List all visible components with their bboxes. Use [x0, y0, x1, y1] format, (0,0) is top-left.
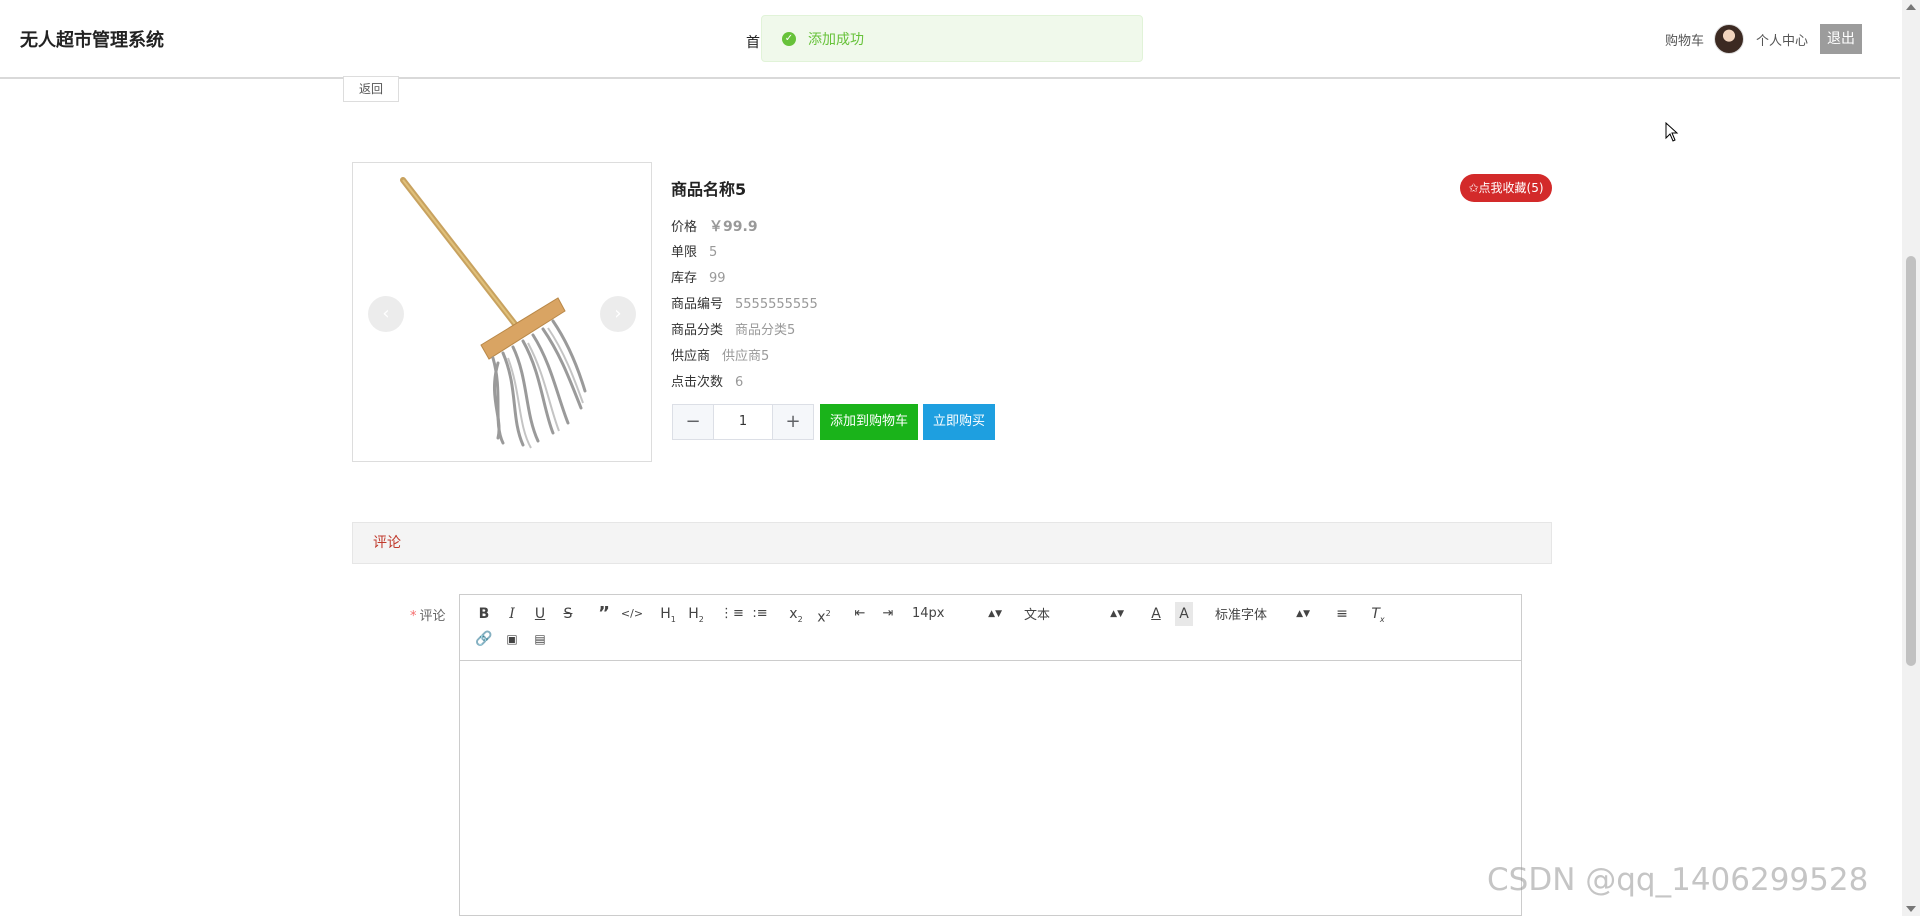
- avatar[interactable]: [1713, 24, 1744, 54]
- indent-icon[interactable]: ⇥: [874, 602, 902, 626]
- select-caret-icon: ▲▼: [988, 608, 1002, 619]
- field-value: 5: [709, 245, 718, 260]
- video-icon[interactable]: ▤: [526, 627, 554, 651]
- font-family-select[interactable]: 标准字体 ▲▼: [1215, 602, 1310, 626]
- check-circle-icon: ✓: [782, 31, 796, 46]
- scroll-thumb[interactable]: [1906, 256, 1916, 666]
- heading1-icon[interactable]: H1: [654, 602, 682, 626]
- bullet-list-icon[interactable]: :≡: [746, 602, 774, 626]
- buy-now-button[interactable]: 立即购买: [923, 404, 996, 440]
- field-product-code: 商品编号 5555555555: [671, 292, 818, 318]
- csdn-watermark: CSDN @qq_1406299528: [1487, 862, 1869, 898]
- field-label: 价格: [671, 220, 698, 235]
- product-info: 商品名称5 价格 ￥99.9 单限 5 库存 99 商品编号 5555555555 商品…: [671, 176, 818, 396]
- back-button[interactable]: 返回: [343, 76, 399, 102]
- field-value: 6: [735, 375, 744, 390]
- field-stock: 库存 99: [671, 266, 818, 292]
- decrease-button[interactable]: −: [673, 405, 713, 439]
- field-value: ￥99.9: [709, 219, 758, 235]
- strikethrough-icon[interactable]: S: [554, 602, 582, 626]
- superscript-icon[interactable]: x2: [810, 602, 838, 626]
- field-label: 商品分类: [671, 323, 724, 338]
- field-label: 单限: [671, 245, 698, 260]
- quantity-input[interactable]: 1: [713, 405, 773, 439]
- blockquote-icon[interactable]: ”: [590, 602, 618, 626]
- font-size-select[interactable]: 14px ▲▼: [912, 602, 1002, 626]
- font-color-icon[interactable]: A: [1142, 602, 1170, 626]
- link-icon[interactable]: 🔗: [470, 627, 498, 651]
- font-family-value: 标准字体: [1215, 608, 1268, 623]
- comment-form-label: * 评论: [410, 605, 446, 624]
- image-icon[interactable]: ▣: [498, 627, 526, 651]
- success-toast: ✓ 添加成功: [761, 15, 1143, 62]
- product-image-carousel[interactable]: ‹ ›: [352, 162, 652, 462]
- clear-format-icon[interactable]: Tx: [1364, 602, 1392, 626]
- field-label: 点击次数: [671, 375, 724, 390]
- field-label: 商品编号: [671, 297, 724, 312]
- quantity-stepper: − 1 +: [672, 404, 814, 440]
- site-title: 无人超市管理系统: [20, 30, 164, 51]
- ordered-list-icon[interactable]: ⋮≡: [718, 602, 746, 626]
- field-category: 商品分类 商品分类5: [671, 318, 818, 344]
- tab-comments[interactable]: 评论: [352, 522, 1552, 564]
- bold-icon[interactable]: B: [470, 602, 498, 626]
- select-caret-icon: ▲▼: [1110, 608, 1124, 619]
- rich-text-editor: B I U S ” </> H1 H2 ⋮≡ :≡ x2 x2 ⇤ ⇥ 14px…: [459, 594, 1522, 916]
- comment-label-text: 评论: [419, 609, 446, 624]
- field-supplier: 供应商 供应商5: [671, 344, 818, 370]
- field-value: 供应商5: [722, 349, 770, 364]
- field-label: 供应商: [671, 349, 711, 364]
- add-to-cart-button[interactable]: 添加到购物车: [820, 404, 919, 440]
- cart-link[interactable]: 购物车: [1665, 30, 1704, 49]
- editor-content-area[interactable]: [460, 661, 1521, 915]
- subscript-icon[interactable]: x2: [782, 602, 810, 626]
- scroll-down-arrow-icon[interactable]: [1906, 906, 1916, 912]
- scroll-up-arrow-icon[interactable]: [1906, 4, 1916, 10]
- logout-button[interactable]: 退出: [1820, 24, 1862, 54]
- italic-icon[interactable]: I: [498, 602, 526, 626]
- required-mark: *: [410, 609, 417, 624]
- product-name: 商品名称5: [671, 180, 747, 199]
- mouse-cursor-icon: [1665, 122, 1679, 142]
- underline-icon[interactable]: U: [526, 602, 554, 626]
- align-icon[interactable]: ≡: [1328, 602, 1356, 626]
- outdent-icon[interactable]: ⇤: [846, 602, 874, 626]
- field-value: 商品分类5: [735, 323, 796, 338]
- editor-toolbar: B I U S ” </> H1 H2 ⋮≡ :≡ x2 x2 ⇤ ⇥ 14px…: [460, 595, 1521, 661]
- carousel-next-button[interactable]: ›: [600, 296, 636, 332]
- purchase-controls: − 1 + 添加到购物车 立即购买: [672, 404, 996, 440]
- heading2-icon[interactable]: H2: [682, 602, 710, 626]
- code-icon[interactable]: </>: [618, 602, 646, 626]
- toast-message: 添加成功: [808, 31, 864, 48]
- background-color-icon[interactable]: A: [1175, 601, 1193, 626]
- favorite-button[interactable]: ✩点我收藏(5): [1460, 174, 1552, 202]
- select-caret-icon: ▲▼: [1296, 608, 1310, 619]
- header-actions: 购物车 个人中心 退出: [1665, 22, 1862, 56]
- field-label: 库存: [671, 271, 698, 286]
- profile-link[interactable]: 个人中心: [1756, 30, 1808, 49]
- field-value: 99: [709, 271, 726, 286]
- field-price: 价格 ￥99.9: [671, 214, 818, 240]
- page-scrollbar[interactable]: [1902, 0, 1920, 916]
- block-type-value: 文本: [1024, 608, 1051, 623]
- nav-home-link[interactable]: 首: [746, 32, 760, 52]
- font-size-value: 14px: [912, 606, 945, 621]
- block-type-select[interactable]: 文本 ▲▼: [1024, 602, 1124, 626]
- field-clicks: 点击次数 6: [671, 370, 818, 396]
- field-limit: 单限 5: [671, 240, 818, 266]
- field-value: 5555555555: [735, 297, 818, 312]
- increase-button[interactable]: +: [773, 405, 813, 439]
- carousel-prev-button[interactable]: ‹: [368, 296, 404, 332]
